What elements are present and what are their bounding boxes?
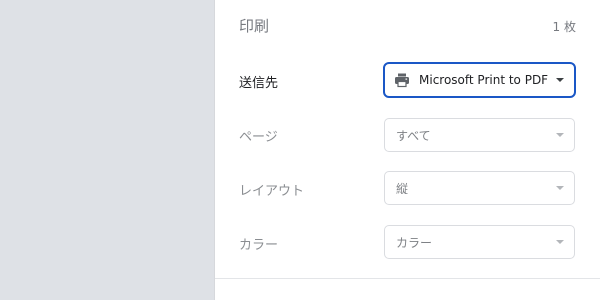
- color-select[interactable]: カラー: [384, 225, 575, 259]
- pages-value: すべて: [396, 128, 431, 143]
- print-preview-area: [0, 0, 214, 300]
- pages-select[interactable]: すべて: [384, 118, 575, 152]
- destination-label: 送信先: [239, 76, 279, 91]
- print-title: 印刷: [239, 17, 270, 35]
- destination-select[interactable]: Microsoft Print to PDF: [383, 62, 576, 98]
- chevron-down-icon: [556, 240, 564, 244]
- chevron-down-icon: [556, 133, 564, 137]
- pages-label: ページ: [239, 130, 278, 145]
- chevron-down-icon: [556, 186, 564, 190]
- destination-value: Microsoft Print to PDF: [419, 73, 549, 87]
- layout-value: 縦: [396, 181, 409, 196]
- printer-icon: [395, 73, 409, 88]
- color-value: カラー: [396, 235, 433, 250]
- layout-select[interactable]: 縦: [384, 171, 575, 205]
- sheet-count: 1 枚: [552, 20, 576, 34]
- divider: [215, 278, 600, 279]
- print-settings-panel: 印刷 1 枚 送信先 Microsoft Print to PDF ページ すべ…: [214, 0, 600, 300]
- chevron-down-icon: [556, 78, 564, 82]
- layout-label: レイアウト: [239, 184, 305, 199]
- color-label: カラー: [239, 238, 279, 253]
